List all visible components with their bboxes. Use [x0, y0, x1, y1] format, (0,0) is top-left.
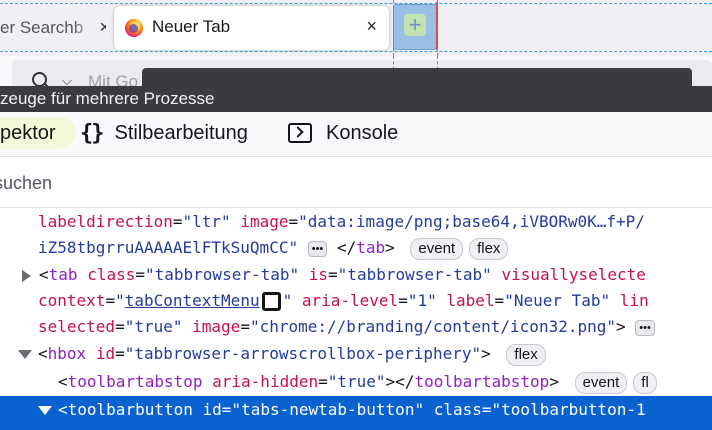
tab-inspector-label: pektor: [0, 121, 56, 144]
tag-name: tab: [356, 238, 386, 257]
firefox-icon: [125, 19, 143, 37]
console-icon: [288, 123, 312, 143]
attr-value[interactable]: "ltr": [183, 212, 231, 231]
highlight-guide: [0, 51, 712, 52]
flex-badge[interactable]: fl: [633, 371, 657, 394]
attr-name: image: [192, 317, 241, 336]
tab-previous-label: er Searchb: [0, 18, 84, 37]
chevron-down-icon[interactable]: ⌵: [62, 73, 72, 86]
attr-value[interactable]: "Neuer Tab": [504, 291, 610, 310]
event-badge[interactable]: event: [410, 237, 464, 260]
tag-name: toolbartabstop: [67, 372, 203, 391]
attr-value[interactable]: "1": [408, 291, 437, 310]
search-icon: [32, 72, 47, 86]
devtools-title: zeuge für mehrere Prozesse: [0, 86, 712, 112]
node-target-icon[interactable]: [261, 292, 281, 311]
attr-value[interactable]: "tabbrowser-arrowscrollbox-periphery": [125, 344, 481, 363]
attr-name: selected: [38, 317, 116, 336]
markup-line[interactable]: <toolbartabstop aria-hidden="true"></too…: [0, 368, 712, 396]
attr-value[interactable]: "true": [328, 372, 386, 391]
tab-strip: er Searchb × Neuer Tab × +: [0, 0, 712, 56]
attr-name: context: [38, 291, 106, 310]
attr-value[interactable]: "tabbrowser-tab": [145, 265, 299, 284]
toolbox-tabs: pektor {} Stilbearbeitung Konsole: [0, 112, 712, 157]
tab-style-editor-label: Stilbearbeitung: [114, 121, 248, 144]
attr-name: class: [433, 400, 482, 419]
highlight-guide: [437, 0, 438, 56]
tab-console-label: Konsole: [326, 121, 399, 144]
markup-line-selected[interactable]: <toolbarbutton id="tabs-newtab-button" c…: [0, 396, 712, 430]
attr-name: aria-hidden: [212, 372, 319, 391]
attr-name: label: [446, 291, 495, 310]
plus-icon: +: [404, 14, 426, 36]
markup-view: labeldirection="ltr" image="data:image/p…: [0, 208, 712, 430]
attr-name: is: [308, 265, 329, 284]
attr-quote: ": [115, 291, 125, 310]
attr-name: id: [202, 400, 222, 419]
new-tab-button[interactable]: +: [393, 4, 437, 50]
attr-name: aria-level: [301, 291, 399, 310]
collapse-arrow-icon[interactable]: [38, 406, 52, 415]
tab-style-editor[interactable]: {} Stilbearbeitung: [80, 117, 248, 149]
markup-line[interactable]: <tab class="tabbrowser-tab" is="tabbrows…: [0, 261, 712, 289]
search-input[interactable]: [0, 167, 696, 199]
highlight-guide: [393, 0, 394, 56]
flex-badge[interactable]: flex: [469, 237, 509, 260]
attr-name: visuallyselecte: [501, 265, 646, 284]
close-tab-icon[interactable]: ×: [366, 16, 377, 37]
tab-active-label: Neuer Tab: [152, 17, 231, 36]
context-menu-link[interactable]: tabContextMenu: [125, 291, 260, 310]
collapse-arrow-icon[interactable]: [18, 350, 32, 359]
url-placeholder: Mit Go: [88, 72, 139, 86]
attr-value[interactable]: "true": [125, 317, 183, 336]
tag-name: tab: [48, 265, 78, 284]
markup-line[interactable]: iZ58tbgrruAAAAAElFTkSuQmCC" ••• </tab> e…: [0, 234, 712, 262]
expand-arrow-icon[interactable]: [22, 269, 31, 282]
markup-line[interactable]: <hbox id="tabbrowser-arrowscrollbox-peri…: [0, 340, 712, 368]
close-tab-icon[interactable]: ×: [99, 17, 106, 38]
ellipsis-button[interactable]: •••: [635, 319, 655, 336]
tab-console[interactable]: Konsole: [288, 117, 398, 149]
attr-value[interactable]: "toolbarbutton-1: [492, 400, 646, 419]
flex-badge[interactable]: flex: [506, 343, 546, 366]
attr-name: lin: [619, 291, 649, 310]
braces-icon: {}: [80, 120, 104, 146]
attr-name: image: [240, 212, 289, 231]
markup-search: [0, 157, 712, 208]
tab-inspector[interactable]: pektor: [0, 117, 76, 149]
tag-name: toolbarbutton: [67, 400, 193, 419]
tab-previous[interactable]: er Searchb ×: [0, 6, 106, 50]
attr-value[interactable]: "data:image/png;base64,iVBORw0K…f+P/: [298, 212, 645, 231]
attr-name: id: [95, 344, 116, 363]
highlight-guide: [0, 3, 712, 4]
attr-value[interactable]: "tabbrowser-tab": [338, 265, 492, 284]
tab-active[interactable]: Neuer Tab ×: [114, 6, 389, 50]
attr-value[interactable]: "chrome://branding/content/icon32.png": [250, 317, 616, 336]
attr-name: class: [87, 265, 136, 284]
attr-quote: ": [282, 291, 293, 310]
tag-name: toolbartabstop: [414, 372, 550, 391]
markup-line[interactable]: labeldirection="ltr" image="data:image/p…: [0, 208, 712, 236]
markup-line[interactable]: selected="true" image="chrome://branding…: [0, 313, 712, 341]
tag-name: hbox: [47, 344, 87, 363]
attr-value[interactable]: "tabs-newtab-button": [231, 400, 424, 419]
highlighter-infobar: [142, 68, 692, 86]
attr-name: labeldirection: [38, 212, 173, 231]
markup-line[interactable]: context="tabContextMenu " aria-level="1" …: [0, 287, 712, 315]
event-badge[interactable]: event: [574, 371, 628, 394]
ellipsis-button[interactable]: •••: [307, 240, 328, 257]
attr-value[interactable]: iZ58tbgrruAAAAAElFTkSuQmCC": [38, 238, 298, 257]
